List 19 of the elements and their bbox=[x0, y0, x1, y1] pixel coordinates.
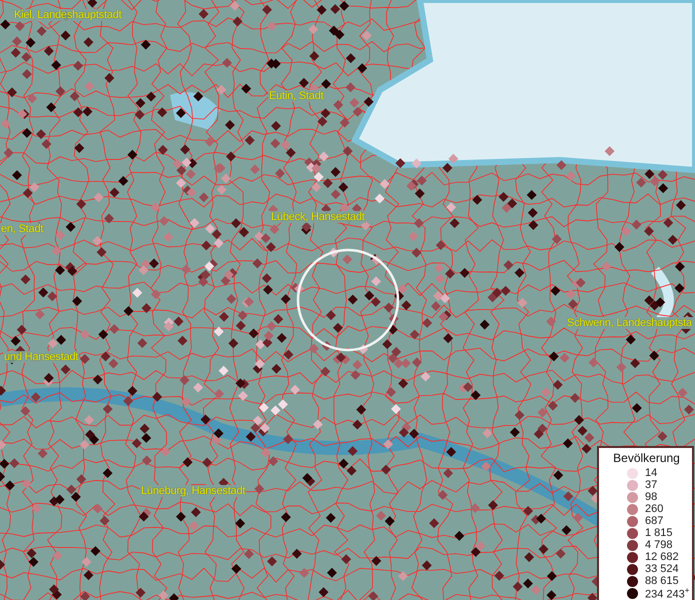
legend-title: Bevölkerung bbox=[612, 451, 681, 465]
legend-label: 260 bbox=[645, 503, 664, 515]
place-label: Eutin, Stadt bbox=[268, 90, 324, 102]
place-label: Schwerin, Landeshauptsta bbox=[566, 317, 693, 329]
place-label: und Hansestadt bbox=[3, 351, 80, 363]
legend-label: 33 524 bbox=[645, 563, 679, 575]
place-label: Lübeck, Hansestadt bbox=[270, 211, 366, 223]
legend-label: 14 bbox=[645, 467, 658, 479]
legend-label: 98 bbox=[645, 491, 658, 503]
legend-label: 687 bbox=[645, 515, 664, 527]
place-label: Lüneburg, Hansestadt bbox=[140, 485, 246, 497]
legend-label: 234 243$^{+}$ bbox=[645, 586, 690, 600]
legend-label: 4 798 bbox=[645, 539, 673, 551]
legend-label: 88 615 bbox=[645, 575, 679, 587]
place-label: Kiel, Landeshauptstadt bbox=[13, 9, 123, 21]
place-label: en, Stadt bbox=[0, 223, 44, 235]
legend-label: 12 682 bbox=[645, 551, 679, 563]
legend-label: 37 bbox=[645, 479, 658, 491]
legend-label: 1 815 bbox=[645, 527, 673, 539]
